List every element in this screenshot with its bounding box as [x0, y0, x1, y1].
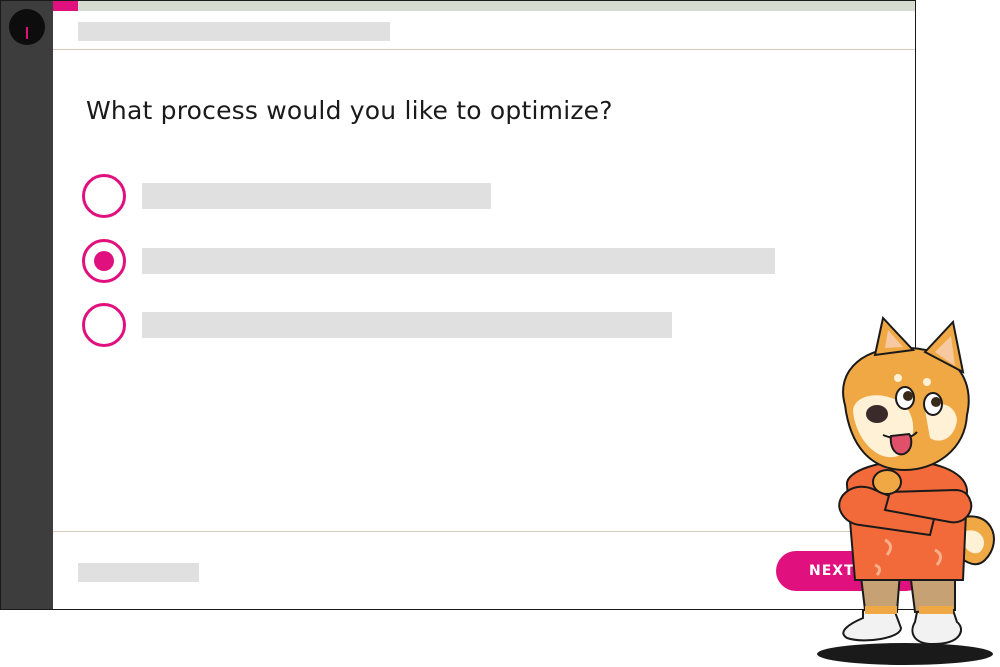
- app-logo-icon[interactable]: [9, 9, 45, 45]
- sidebar: [1, 1, 53, 609]
- option-2[interactable]: [82, 239, 782, 283]
- option-3[interactable]: [82, 303, 682, 347]
- logo-mark: [26, 27, 28, 39]
- header-divider: [53, 49, 915, 50]
- option-label-placeholder: [142, 183, 491, 209]
- footer-divider: [53, 531, 915, 532]
- radio-dot: [94, 251, 114, 271]
- option-1[interactable]: [82, 174, 502, 218]
- progress-fill: [53, 1, 78, 11]
- header-title-placeholder: [78, 22, 390, 41]
- radio-button-selected[interactable]: [82, 239, 126, 283]
- footer-back-placeholder[interactable]: [78, 563, 199, 582]
- radio-button-unselected[interactable]: [82, 174, 126, 218]
- option-label-placeholder: [142, 312, 672, 338]
- radio-button-unselected[interactable]: [82, 303, 126, 347]
- progress-track: [53, 1, 915, 11]
- shiba-dog-mascot-icon: [817, 315, 995, 665]
- question-title: What process would you like to optimize?: [86, 96, 613, 125]
- app-window: What process would you like to optimize?: [0, 0, 916, 610]
- option-label-placeholder: [142, 248, 775, 274]
